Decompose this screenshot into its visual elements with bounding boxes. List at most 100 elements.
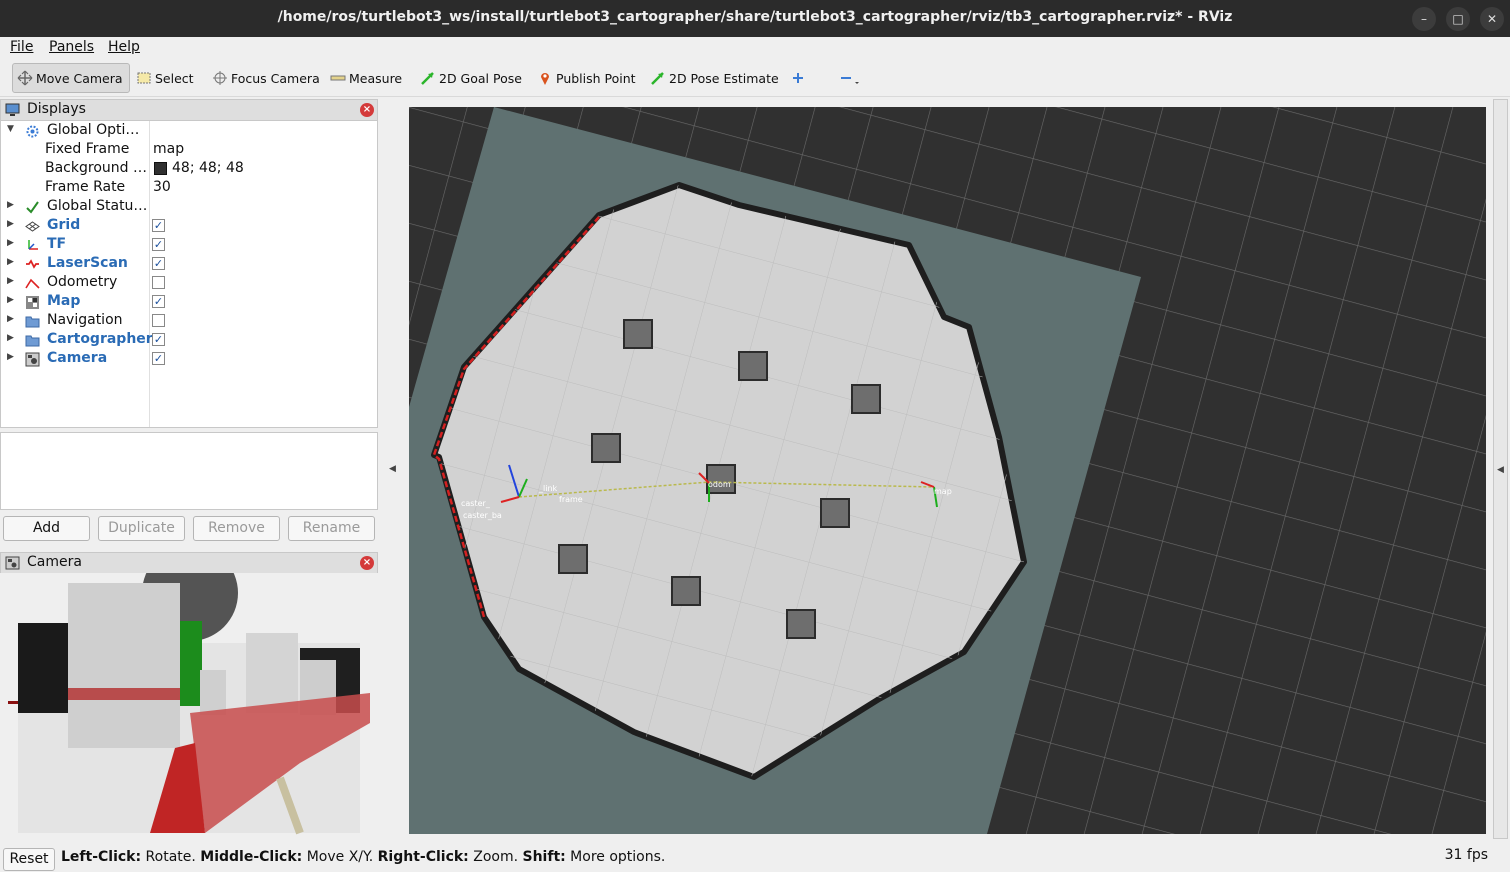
tree-row-global-options[interactable]: ▼ Global Opti… <box>1 122 377 141</box>
toolbar: Move Camera Select Focus Camera Measure … <box>0 59 1510 97</box>
move-camera-tool[interactable]: Move Camera <box>12 63 130 93</box>
right-collapse-handle[interactable]: ◀ <box>1493 99 1508 839</box>
background-color-swatch[interactable] <box>154 162 167 175</box>
select-label: Select <box>155 70 194 86</box>
background-value[interactable]: 48; 48; 48 <box>172 160 244 176</box>
navigation-label: Navigation <box>47 312 123 328</box>
move-camera-icon <box>17 70 33 86</box>
add-tool-button[interactable] <box>786 63 813 93</box>
menu-help[interactable]: Help <box>108 39 140 55</box>
collapse-left-icon: ◀ <box>389 464 396 474</box>
laserscan-checkbox[interactable]: ✓ <box>152 257 165 270</box>
publish-point-tool[interactable]: Publish Point <box>533 63 640 93</box>
goal-pose-tool[interactable]: 2D Goal Pose <box>416 63 526 93</box>
publish-point-label: Publish Point <box>556 70 636 86</box>
focus-camera-icon <box>212 70 228 86</box>
hint-left-key: Left-Click: <box>61 849 142 865</box>
odometry-checkbox[interactable] <box>152 276 165 289</box>
add-button[interactable]: Add <box>3 516 90 541</box>
remove-tool-button[interactable] <box>834 63 861 93</box>
frame-rate-value[interactable]: 30 <box>153 179 171 195</box>
grid-checkbox[interactable]: ✓ <box>152 219 165 232</box>
title-bar: /home/ros/turtlebot3_ws/install/turtlebo… <box>0 0 1510 37</box>
camera-panel-header: Camera × <box>0 552 378 574</box>
expand-down-icon[interactable]: ▼ <box>7 124 14 134</box>
tree-row-global-status[interactable]: ▶ Global Statu… <box>1 198 377 217</box>
camera-panel-icon <box>5 556 20 570</box>
hint-right-value: Zoom. <box>468 849 523 865</box>
3d-viewport[interactable]: odom map caster_ caster_ba _link frame <box>409 107 1486 834</box>
map-frame-label: map <box>934 487 952 496</box>
plus-icon <box>790 70 806 86</box>
map-checkbox[interactable]: ✓ <box>152 295 165 308</box>
hint-middle-key: Middle-Click: <box>200 849 303 865</box>
camera-image-view[interactable] <box>0 545 378 836</box>
duplicate-button[interactable]: Duplicate <box>98 516 185 541</box>
tree-row-cartographer[interactable]: ▶ Cartographer ✓ <box>1 331 377 350</box>
select-tool[interactable]: Select <box>132 63 198 93</box>
tree-row-laserscan[interactable]: ▶ LaserScan ✓ <box>1 255 377 274</box>
close-displays-icon[interactable]: × <box>360 103 374 117</box>
laserscan-label: LaserScan <box>47 255 128 271</box>
close-camera-icon[interactable]: × <box>360 556 374 570</box>
menu-file[interactable]: File <box>10 39 33 55</box>
camera-render <box>8 545 370 835</box>
focus-camera-label: Focus Camera <box>231 70 320 86</box>
navigation-checkbox[interactable] <box>152 314 165 327</box>
goal-pose-arrow-icon <box>420 70 436 86</box>
close-window-button[interactable]: ✕ <box>1480 7 1504 31</box>
measure-tool[interactable]: Measure <box>326 63 406 93</box>
expand-right-icon[interactable]: ▶ <box>7 219 14 229</box>
expand-right-icon[interactable]: ▶ <box>7 352 14 362</box>
tf-checkbox[interactable]: ✓ <box>152 238 165 251</box>
displays-panel-header: Displays × <box>0 99 378 121</box>
tf-label: TF <box>47 236 67 252</box>
odom-frame-label: odom <box>708 480 731 489</box>
expand-right-icon[interactable]: ▶ <box>7 238 14 248</box>
laserscan-icon <box>25 257 40 272</box>
hint-right-key: Right-Click: <box>377 849 469 865</box>
maximize-button[interactable]: □ <box>1446 7 1470 31</box>
expand-right-icon[interactable]: ▶ <box>7 200 14 210</box>
rename-button[interactable]: Rename <box>288 516 375 541</box>
minimize-button[interactable]: – <box>1412 7 1436 31</box>
reset-button[interactable]: Reset <box>3 848 55 871</box>
tree-row-map[interactable]: ▶ Map ✓ <box>1 293 377 312</box>
expand-right-icon[interactable]: ▶ <box>7 276 14 286</box>
tree-row-tf[interactable]: ▶ TF ✓ <box>1 236 377 255</box>
tree-row-grid[interactable]: ▶ Grid ✓ <box>1 217 377 236</box>
expand-right-icon[interactable]: ▶ <box>7 257 14 267</box>
minus-icon <box>838 70 859 86</box>
expand-right-icon[interactable]: ▶ <box>7 295 14 305</box>
displays-title: Displays <box>27 101 86 117</box>
fixed-frame-value[interactable]: map <box>153 141 184 157</box>
grid-label: Grid <box>47 217 81 233</box>
tree-row-frame-rate[interactable]: Frame Rate 30 <box>1 179 377 198</box>
expand-right-icon[interactable]: ▶ <box>7 314 14 324</box>
pose-estimate-tool[interactable]: 2D Pose Estimate <box>646 63 783 93</box>
displays-tree: ▼ Global Opti… Fixed Frame map Backgroun… <box>0 120 378 428</box>
measure-label: Measure <box>349 70 403 86</box>
remove-button[interactable]: Remove <box>193 516 280 541</box>
ruler-icon <box>330 70 346 86</box>
select-icon <box>136 70 152 86</box>
pose-estimate-arrow-icon <box>650 70 666 86</box>
map-label: Map <box>47 293 81 309</box>
camera-icon <box>25 352 40 367</box>
focus-camera-tool[interactable]: Focus Camera <box>208 63 324 93</box>
menu-panels[interactable]: Panels <box>49 39 94 55</box>
tree-row-odometry[interactable]: ▶ Odometry <box>1 274 377 293</box>
tree-row-navigation[interactable]: ▶ Navigation <box>1 312 377 331</box>
tf-axes-icon <box>25 238 40 253</box>
hint-left-value: Rotate. <box>141 849 201 865</box>
display-description-box <box>0 432 378 510</box>
tree-row-background[interactable]: Background … 48; 48; 48 <box>1 160 377 179</box>
grid-icon <box>25 219 40 234</box>
tree-row-fixed-frame[interactable]: Fixed Frame map <box>1 141 377 160</box>
camera-checkbox[interactable]: ✓ <box>152 352 165 365</box>
cartographer-checkbox[interactable]: ✓ <box>152 333 165 346</box>
left-collapse-handle[interactable]: ◀ <box>384 99 402 839</box>
tree-row-camera[interactable]: ▶ Camera ✓ <box>1 350 377 369</box>
expand-right-icon[interactable]: ▶ <box>7 333 14 343</box>
cartographer-label: Cartographer <box>47 331 153 347</box>
